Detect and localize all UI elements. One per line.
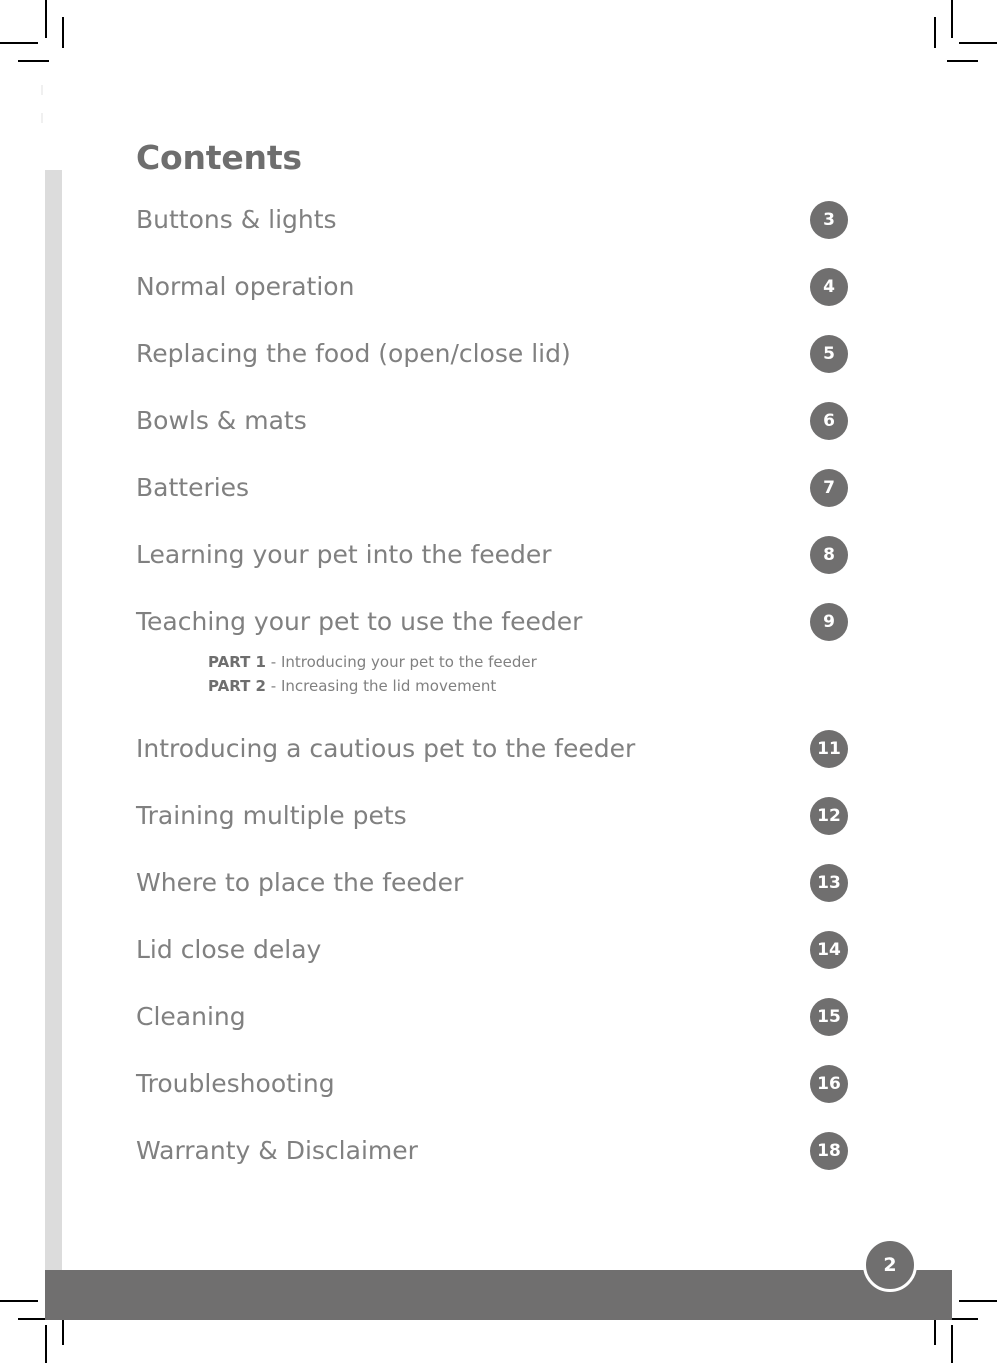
toc-page-badge: 8 — [810, 536, 848, 575]
registration-mark — [41, 113, 43, 123]
toc-subentry-text: - Increasing the lid movement — [266, 676, 497, 695]
toc-entry-label: Troubleshooting — [136, 1069, 335, 1099]
toc-entry[interactable]: Training multiple pets 12 — [136, 797, 866, 869]
toc-page-badge: 14 — [810, 931, 848, 970]
toc-entry[interactable]: Troubleshooting 16 — [136, 1065, 866, 1137]
crop-mark-line — [959, 1300, 997, 1302]
contents-page-body: Contents Buttons & lights 3 Normal opera… — [136, 138, 866, 1204]
crop-mark-line — [62, 17, 64, 48]
toc-page-badge: 6 — [810, 402, 848, 441]
footer-bar — [45, 1270, 952, 1320]
toc-page-badge: 11 — [810, 730, 848, 769]
crop-mark-line — [0, 1300, 38, 1302]
toc-entry-label: Buttons & lights — [136, 205, 337, 235]
toc-subentry: PART 1 - Introducing your pet to the fee… — [208, 653, 537, 671]
toc-entry-label: Introducing a cautious pet to the feeder — [136, 734, 636, 764]
toc-entry-label: Warranty & Disclaimer — [136, 1136, 418, 1166]
toc-entry-label: Batteries — [136, 473, 250, 503]
crop-mark-line — [951, 0, 953, 38]
toc-entry[interactable]: Cleaning 15 — [136, 998, 866, 1070]
toc-page-badge: 16 — [810, 1065, 848, 1104]
table-of-contents-list: Buttons & lights 3 Normal operation 4 Re… — [136, 201, 866, 1204]
toc-entry-label: Teaching your pet to use the feeder — [136, 607, 583, 637]
toc-entry[interactable]: Replacing the food (open/close lid) 5 — [136, 335, 866, 407]
crop-mark-line — [934, 17, 936, 48]
toc-entry[interactable]: Batteries 7 — [136, 469, 866, 541]
toc-entry[interactable]: Where to place the feeder 13 — [136, 864, 866, 936]
toc-entry-label: Lid close delay — [136, 935, 322, 965]
toc-entry-label: Replacing the food (open/close lid) — [136, 339, 571, 369]
registration-mark — [41, 85, 43, 95]
left-accent-bar — [45, 170, 62, 1270]
toc-entry[interactable]: Teaching your pet to use the feeder 9 PA… — [136, 603, 866, 735]
toc-entry[interactable]: Lid close delay 14 — [136, 931, 866, 1003]
toc-subentry-part: PART 1 — [208, 653, 266, 672]
toc-subentry-text: - Introducing your pet to the feeder — [266, 653, 537, 672]
crop-mark-line — [959, 42, 997, 44]
toc-entry-label: Where to place the feeder — [136, 868, 464, 898]
toc-entry-label: Training multiple pets — [136, 801, 407, 831]
crop-mark-line — [45, 0, 47, 38]
toc-entry[interactable]: Bowls & mats 6 — [136, 402, 866, 474]
toc-entry[interactable]: Introducing a cautious pet to the feeder… — [136, 730, 866, 802]
toc-entry[interactable]: Warranty & Disclaimer 18 — [136, 1132, 866, 1204]
toc-page-badge: 9 — [810, 603, 848, 642]
toc-page-badge: 12 — [810, 797, 848, 836]
footer-page-number-badge: 2 — [863, 1238, 917, 1292]
page-title: Contents — [136, 138, 302, 177]
toc-page-badge: 4 — [810, 268, 848, 307]
crop-mark-line — [947, 60, 978, 62]
crop-mark-line — [45, 1325, 47, 1363]
toc-entry-label: Cleaning — [136, 1002, 246, 1032]
crop-mark-line — [0, 42, 38, 44]
toc-subentry: PART 2 - Increasing the lid movement — [208, 677, 496, 695]
toc-entry-label: Bowls & mats — [136, 406, 307, 436]
toc-entry-label: Normal operation — [136, 272, 355, 302]
toc-page-badge: 5 — [810, 335, 848, 374]
toc-entry[interactable]: Learning your pet into the feeder 8 — [136, 536, 866, 608]
crop-mark-line — [951, 1325, 953, 1363]
toc-entry-label: Learning your pet into the feeder — [136, 540, 552, 570]
toc-page-badge: 18 — [810, 1132, 848, 1171]
toc-entry[interactable]: Buttons & lights 3 — [136, 201, 866, 273]
toc-page-badge: 7 — [810, 469, 848, 508]
toc-subentries: PART 1 - Introducing your pet to the fee… — [208, 651, 537, 698]
toc-page-badge: 3 — [810, 201, 848, 240]
toc-page-badge: 15 — [810, 998, 848, 1037]
toc-page-badge: 13 — [810, 864, 848, 903]
toc-entry[interactable]: Normal operation 4 — [136, 268, 866, 340]
toc-subentry-part: PART 2 — [208, 676, 266, 695]
crop-mark-line — [18, 60, 49, 62]
